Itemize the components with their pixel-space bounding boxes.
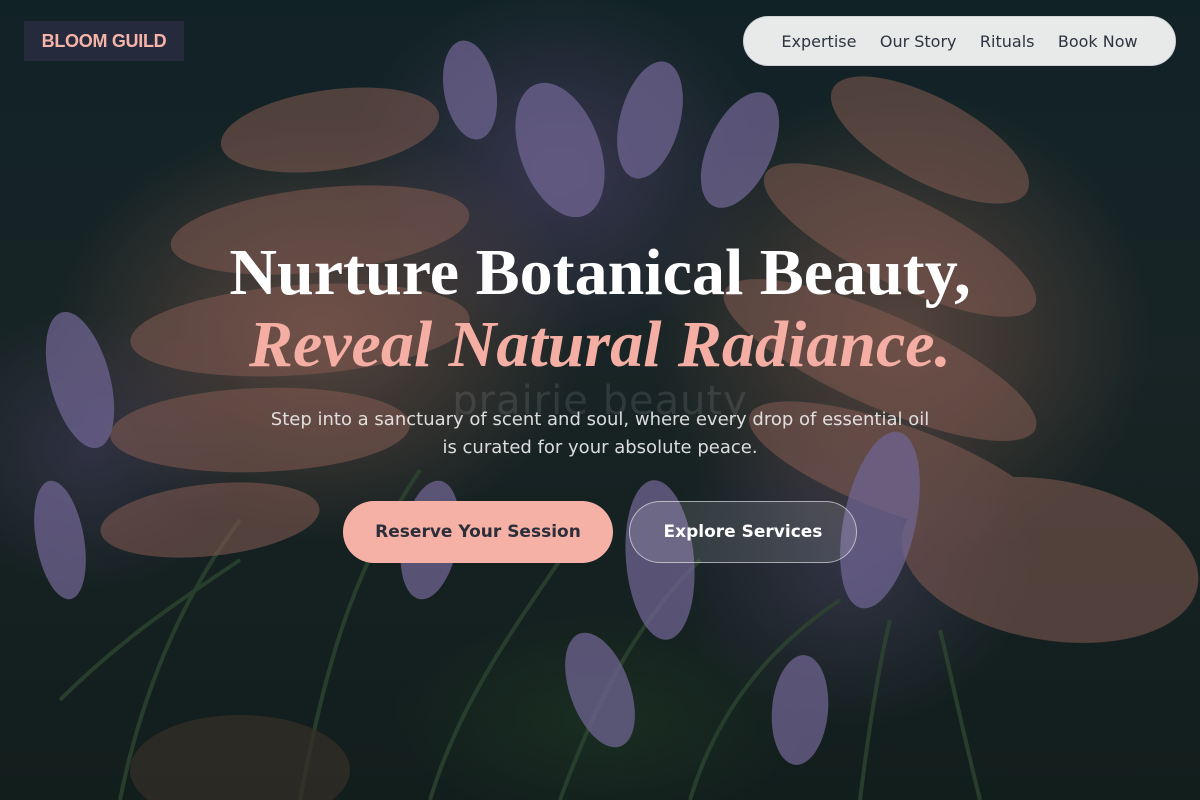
brand-name: BLOOM GUILD xyxy=(41,30,167,51)
top-navigation: Expertise Our Story Rituals Book Now xyxy=(743,16,1176,66)
nav-link-expertise[interactable]: Expertise xyxy=(781,32,856,51)
nav-link-our-story[interactable]: Our Story xyxy=(880,32,957,51)
hero-headline-line1: Nurture Botanical Beauty, xyxy=(229,236,971,309)
nav-link-rituals[interactable]: Rituals xyxy=(980,32,1035,51)
hero-headline-line2: Reveal Natural Radiance. xyxy=(248,308,952,381)
brand-logo[interactable]: BLOOM GUILD xyxy=(24,21,184,61)
reserve-session-button[interactable]: Reserve Your Session xyxy=(343,501,613,563)
hero-subtitle: Step into a sanctuary of scent and soul,… xyxy=(270,409,930,458)
nav-link-book-now[interactable]: Book Now xyxy=(1058,32,1138,51)
explore-services-button[interactable]: Explore Services xyxy=(629,501,857,563)
